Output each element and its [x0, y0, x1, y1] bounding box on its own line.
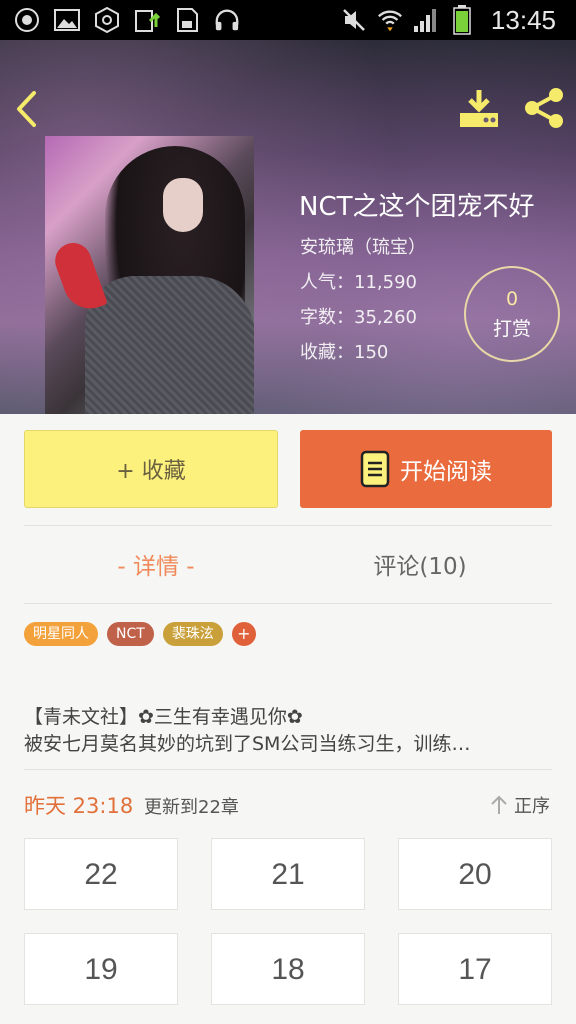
book-title: NCT之这个团宠不好 [299, 192, 535, 222]
chevron-left-icon [17, 91, 36, 127]
divider [24, 525, 552, 526]
update-text: 更新到22章 [144, 797, 239, 818]
status-time: 13:45 [490, 4, 556, 35]
tab-comments[interactable]: 评论(10) [288, 545, 552, 589]
start-reading-button[interactable]: 开始阅读 [300, 430, 552, 508]
add-favorite-label: + 收藏 [116, 459, 186, 484]
tag-nct[interactable]: NCT [107, 622, 154, 646]
chapter-button[interactable]: 18 [211, 933, 365, 1005]
chapter-button[interactable]: 17 [398, 933, 552, 1005]
sort-order-label: 正序 [514, 796, 550, 817]
chapter-button[interactable]: 21 [211, 838, 365, 910]
book-word-count: 字数：35,260 [300, 307, 417, 328]
reward-label: 打赏 [492, 318, 531, 340]
arrow-up-icon [491, 795, 507, 814]
chapter-button[interactable]: 22 [24, 838, 178, 910]
book-cover-image [45, 136, 254, 414]
share-button[interactable] [520, 84, 568, 132]
upload-icon [134, 7, 160, 33]
description-line-2[interactable]: 被安七月莫名其妙的坑到了SM公司当练习生，训练… [24, 729, 552, 756]
reward-count: 0 [505, 288, 519, 310]
book-popularity: 人气：11,590 [300, 272, 417, 293]
update-time: 昨天 23:18 [24, 794, 134, 818]
tag-bae-joohyun[interactable]: 裴珠泫 [162, 622, 223, 646]
description-line-1: 【青未文社】✿三生有幸遇见你✿ [24, 706, 303, 728]
download-icon [460, 90, 498, 127]
back-button[interactable] [14, 88, 48, 130]
start-reading-label: 开始阅读 [400, 459, 492, 485]
mute-icon [341, 7, 367, 33]
download-button[interactable] [456, 88, 502, 130]
tag-celebrity-fanfic[interactable]: 明星同人 [24, 622, 98, 646]
signal-icon [413, 7, 439, 33]
chapter-button[interactable]: 19 [24, 933, 178, 1005]
app-icon [14, 7, 40, 33]
book-author: 安琉璃（琉宝） [300, 237, 426, 258]
sort-order-button[interactable]: 正序 [490, 792, 550, 818]
add-tag-button[interactable]: + [231, 622, 256, 646]
status-bar: 13:45 [0, 0, 576, 40]
headphones-icon [214, 7, 240, 33]
book-icon [360, 450, 390, 488]
book-header: NCT之这个团宠不好 安琉璃（琉宝） 人气：11,590 字数：35,260 收… [0, 40, 576, 414]
hexagon-icon [94, 7, 120, 33]
reward-button[interactable]: 0 打赏 [464, 266, 560, 362]
battery-icon [449, 5, 475, 35]
add-favorite-button[interactable]: + 收藏 [24, 430, 278, 508]
wifi-icon [377, 7, 403, 33]
chapter-button[interactable]: 20 [398, 838, 552, 910]
book-favorites: 收藏：150 [300, 342, 389, 363]
tab-detail[interactable]: - 详情 - [24, 545, 288, 589]
divider [24, 769, 552, 770]
tag-list: 明星同人 NCT 裴珠泫 + [24, 622, 256, 646]
image-icon [54, 7, 80, 33]
divider [24, 603, 552, 604]
sd-card-icon [174, 7, 200, 33]
share-icon [525, 88, 563, 128]
